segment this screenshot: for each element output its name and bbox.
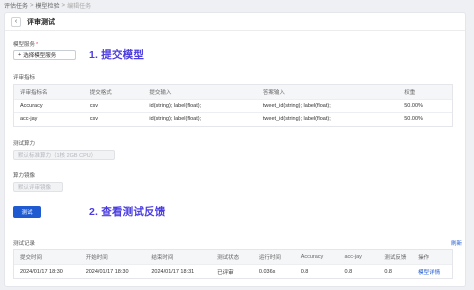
table-row: Accuracy csv id(string); label(float); t… bbox=[14, 98, 452, 113]
metric-submit-input: id(string); label(float); bbox=[149, 116, 202, 123]
column-header: 评审指标名 bbox=[20, 89, 48, 96]
select-model-service-button[interactable]: + 选择模型服务 bbox=[13, 50, 76, 60]
column-header: 提交格式 bbox=[89, 89, 112, 96]
metric-weight: 50.00% bbox=[404, 102, 423, 109]
metric-answer-input: tweet_id(string); label(float); bbox=[262, 116, 331, 123]
column-header: 结束时间 bbox=[151, 255, 174, 261]
end-time: 2024/01/17 18:31 bbox=[151, 268, 195, 275]
column-header: 测试状态 bbox=[217, 255, 240, 261]
image-label: 算力镜像 bbox=[13, 173, 36, 179]
metrics-table: 评审指标名 提交格式 提交输入 答案输入 权重 Accuracy csv id(… bbox=[13, 84, 453, 127]
column-header: 提交输入 bbox=[149, 89, 172, 96]
breadcrumb-separator: > bbox=[61, 2, 66, 9]
column-header: 权重 bbox=[404, 89, 416, 96]
column-header: 开始时间 bbox=[85, 255, 108, 261]
submit-time: 2024/01/17 18:30 bbox=[20, 268, 63, 275]
refresh-link[interactable]: 刷新 bbox=[451, 239, 462, 247]
acc-jay-score: 0.8 bbox=[344, 268, 353, 275]
column-header: Accuracy bbox=[300, 254, 324, 260]
page-title: 评审测试 bbox=[27, 18, 55, 26]
model-service-label-text: 模型服务 bbox=[13, 42, 36, 48]
annotation-step1: 1. 提交模型 bbox=[89, 49, 145, 61]
start-time: 2024/01/17 18:30 bbox=[85, 268, 129, 275]
records-section-label: 测试记录 bbox=[13, 241, 36, 247]
accuracy-score: 0.8 bbox=[300, 268, 309, 275]
column-header: 运行时间 bbox=[258, 255, 281, 261]
metric-format: csv bbox=[89, 102, 98, 109]
column-header: 答案输入 bbox=[262, 89, 285, 96]
annotation-step2: 2. 查看测试反馈 bbox=[89, 206, 166, 218]
chevron-left-icon: ‹ bbox=[14, 18, 18, 25]
back-button[interactable]: ‹ bbox=[11, 16, 21, 27]
compute-select: 默认标准算力（1核 2GB CPU） bbox=[13, 150, 115, 160]
column-header: 操作 bbox=[418, 255, 430, 261]
metric-submit-input: id(string); label(float); bbox=[149, 102, 202, 109]
metrics-section-label: 评审指标 bbox=[13, 75, 36, 81]
breadcrumb-item-tasks[interactable]: 评估任务 bbox=[4, 1, 28, 10]
metric-name: Accuracy bbox=[20, 102, 43, 109]
breadcrumb: 评估任务 > 模型检验 > 编辑任务 bbox=[4, 1, 92, 11]
breadcrumb-item-edit-task: 编辑任务 bbox=[67, 4, 92, 10]
model-detail-link[interactable]: 模型详情 bbox=[412, 268, 452, 276]
test-button[interactable]: 测试 bbox=[13, 206, 41, 218]
compute-label: 测试算力 bbox=[13, 141, 36, 147]
records-table-header: 提交时间 开始时间 结束时间 测试状态 运行时间 Accuracy acc-ja… bbox=[14, 250, 452, 264]
required-mark: * bbox=[36, 42, 39, 48]
records-table: 提交时间 开始时间 结束时间 测试状态 运行时间 Accuracy acc-ja… bbox=[13, 249, 453, 279]
breadcrumb-item-model-check[interactable]: 模型检验 bbox=[36, 1, 60, 10]
metric-answer-input: tweet_id(string); label(float); bbox=[262, 102, 331, 109]
model-service-label: 模型服务* bbox=[13, 40, 38, 48]
metrics-table-header: 评审指标名 提交格式 提交输入 答案输入 权重 bbox=[14, 85, 452, 99]
column-header: 测试反馈 bbox=[384, 255, 407, 261]
breadcrumb-separator: > bbox=[30, 2, 34, 9]
page-header: ‹ 评审测试 bbox=[5, 13, 465, 31]
table-row: 2024/01/17 18:30 2024/01/17 18:30 2024/0… bbox=[14, 264, 452, 278]
run-time: 0.036s bbox=[258, 268, 276, 275]
metric-name: acc-jay bbox=[20, 116, 38, 123]
plus-icon: + bbox=[18, 52, 22, 58]
metric-format: csv bbox=[89, 116, 98, 123]
column-header: acc-jay bbox=[344, 254, 362, 260]
table-row: acc-jay csv id(string); label(float); tw… bbox=[14, 112, 452, 126]
select-model-service-label: 选择模型服务 bbox=[23, 53, 57, 59]
image-select: 默认评审镜像 bbox=[13, 182, 63, 192]
main-card: ‹ 评审测试 模型服务* + 选择模型服务 1. 提交模型 评审指标 评审指标名… bbox=[4, 12, 466, 287]
metric-weight: 50.00% bbox=[404, 116, 423, 123]
column-header: 提交时间 bbox=[20, 255, 43, 261]
test-status: 已评审 bbox=[217, 269, 234, 276]
test-feedback: 0.8 bbox=[384, 268, 392, 275]
